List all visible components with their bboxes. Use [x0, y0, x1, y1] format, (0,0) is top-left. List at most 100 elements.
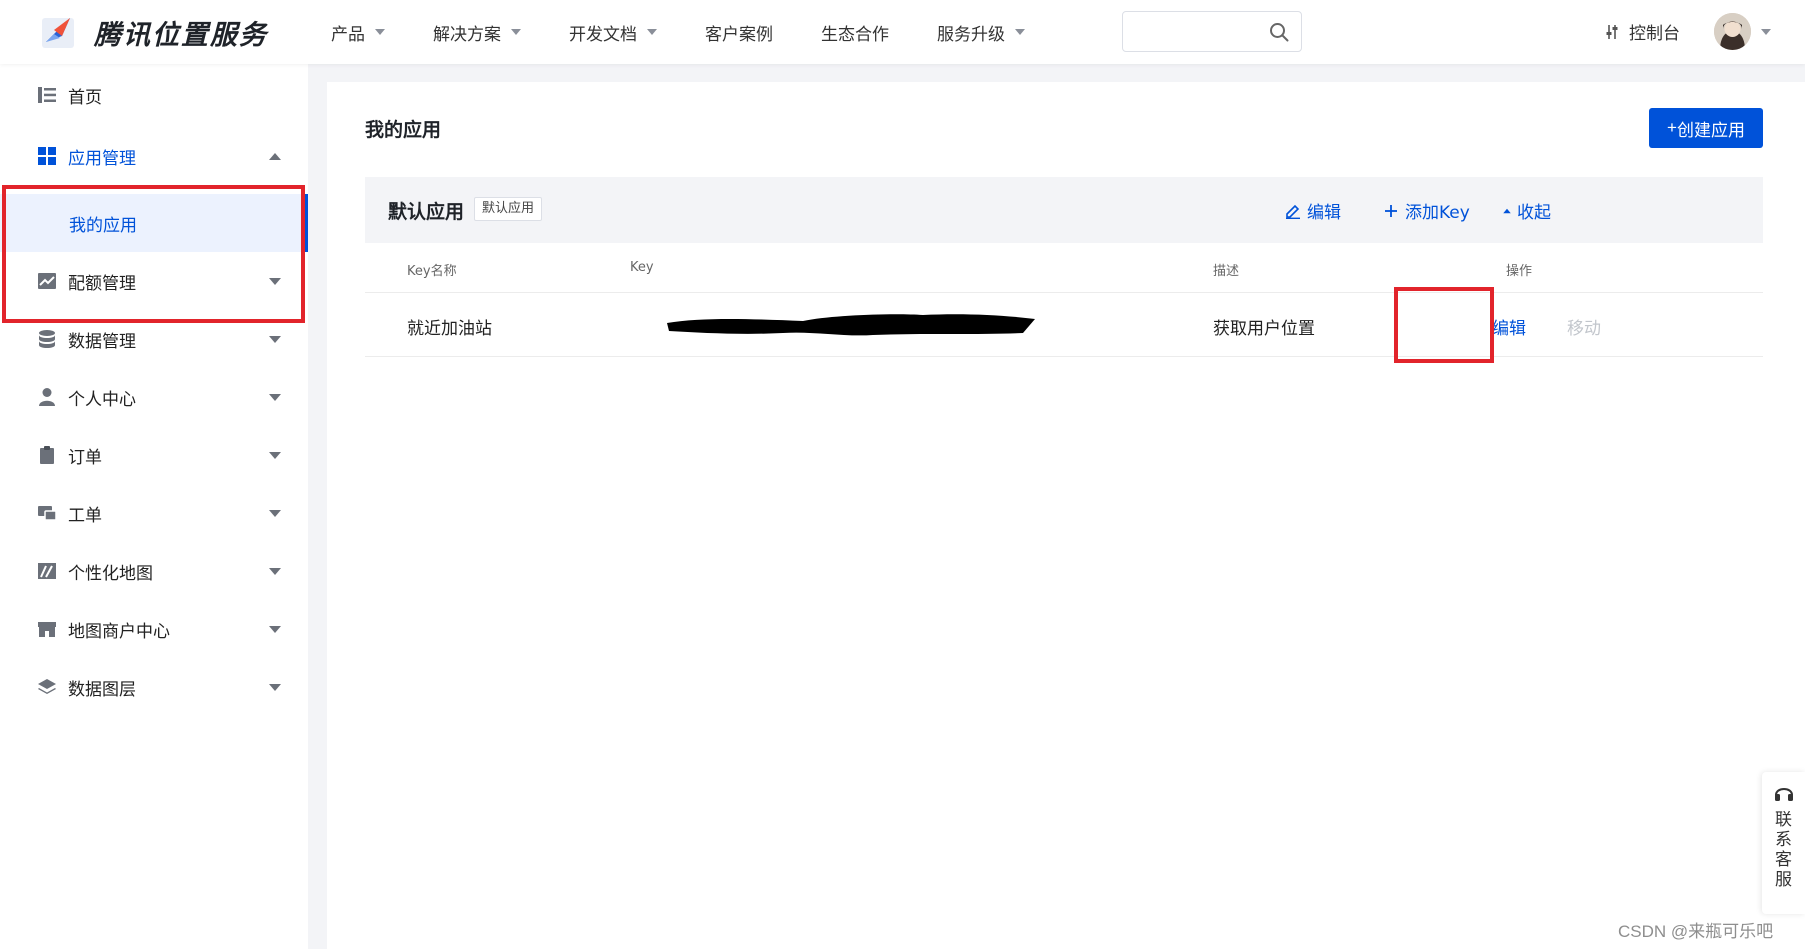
nav-ecosystem[interactable]: 生态合作: [821, 20, 889, 45]
sidebar-item-data-layers[interactable]: 数据图层: [0, 658, 308, 716]
plus-icon: +: [1667, 118, 1677, 137]
chevron-down-icon: [1015, 29, 1025, 35]
sliders-icon: [1606, 24, 1618, 39]
sidebar-item-label: 配额管理: [68, 273, 136, 294]
chevron-down-icon: [269, 277, 281, 285]
main-nav: 产品 解决方案 开发文档 客户案例 生态合作 服务升级: [331, 0, 1073, 64]
home-list-icon: [38, 87, 56, 103]
logo[interactable]: 腾讯位置服务: [40, 12, 268, 52]
app-card-header: 默认应用 默认应用 编辑 添加Key 收起: [365, 177, 1763, 243]
nav-upgrade[interactable]: 服务升级: [937, 20, 1025, 45]
sidebar-item-app-management[interactable]: 应用管理: [0, 127, 308, 185]
add-key-label: 添加Key: [1405, 203, 1470, 223]
chevron-down-icon: [647, 29, 657, 35]
sidebar-item-label: 首页: [68, 87, 102, 108]
chevron-down-icon: [269, 393, 281, 401]
headset-icon: [1774, 788, 1793, 801]
tencent-location-logo-icon: [42, 18, 74, 48]
search-box: [1122, 11, 1302, 52]
key-name-cell: 就近加油站: [407, 319, 492, 339]
chevron-down-icon: [269, 625, 281, 633]
chevron-down-icon: [511, 29, 521, 35]
chevron-down-icon: [269, 335, 281, 343]
sidebar-item-label: 地图商户中心: [68, 621, 170, 642]
edit-app-button[interactable]: 编辑: [1285, 198, 1341, 223]
sidebar-item-label: 个人中心: [68, 389, 136, 410]
grid-icon: [38, 147, 56, 165]
create-app-label: 创建应用: [1676, 120, 1745, 140]
sidebar-item-quota[interactable]: 配额管理: [0, 252, 308, 310]
chevron-down-icon: [269, 451, 281, 459]
app-name: 默认应用: [388, 201, 465, 223]
nav-products-label: 产品: [331, 24, 365, 45]
nav-products[interactable]: 产品: [331, 20, 385, 45]
database-icon: [39, 330, 55, 348]
custom-map-icon: [38, 563, 56, 579]
redacted-key-scribble: [667, 314, 1035, 336]
chevron-down-icon: [269, 567, 281, 575]
store-icon: [38, 622, 56, 637]
sidebar-item-home[interactable]: 首页: [0, 66, 308, 124]
chart-icon: [38, 273, 56, 289]
user-avatar-icon: [1714, 13, 1751, 50]
console-label: 控制台: [1629, 24, 1680, 44]
create-app-button[interactable]: + 创建应用: [1649, 108, 1763, 148]
console-link[interactable]: 控制台: [1605, 19, 1680, 44]
ticket-icon: [38, 506, 57, 521]
app-tag-badge: 默认应用: [474, 197, 543, 221]
contact-support-button[interactable]: 联系客服: [1762, 772, 1805, 914]
column-key: Key: [630, 260, 654, 275]
sidebar-subitem-my-apps[interactable]: 我的应用: [0, 194, 308, 252]
caret-up-icon: [1503, 208, 1511, 213]
sidebar-item-custom-map[interactable]: 个性化地图: [0, 542, 308, 600]
collapse-button[interactable]: 收起: [1501, 198, 1551, 223]
nav-cases-label: 客户案例: [705, 24, 773, 45]
sidebar-item-label: 个性化地图: [68, 563, 153, 584]
chevron-up-icon: [269, 152, 281, 160]
sidebar-item-label: 工单: [68, 505, 102, 526]
search-icon[interactable]: [1269, 22, 1289, 42]
chevron-down-icon: [269, 683, 281, 691]
pencil-icon: [1286, 204, 1300, 219]
brand-name: 腾讯位置服务: [94, 19, 268, 51]
main-content: 我的应用 + 创建应用 默认应用 默认应用 编辑 添加Key 收起 Key名称 …: [327, 82, 1805, 949]
avatar-chevron-down-icon[interactable]: [1761, 29, 1771, 35]
chevron-down-icon: [269, 509, 281, 517]
sidebar-item-label: 数据管理: [68, 331, 136, 352]
table-header: Key名称 Key 描述 操作: [365, 243, 1763, 293]
sidebar-item-label: 数据图层: [68, 679, 136, 700]
sidebar-subitem-label: 我的应用: [69, 215, 137, 236]
clipboard-icon: [40, 446, 54, 464]
nav-solutions-label: 解决方案: [433, 24, 501, 45]
sidebar-item-merchant-center[interactable]: 地图商户中心: [0, 600, 308, 658]
column-operations: 操作: [1506, 264, 1533, 279]
contact-support-label: 联系客服: [1775, 810, 1792, 890]
table-row: 就近加油站 获取用户位置 编辑 移动: [365, 293, 1763, 357]
sidebar-item-label: 订单: [68, 447, 102, 468]
sidebar-item-data-management[interactable]: 数据管理: [0, 310, 308, 368]
watermark: CSDN @来瓶可乐吧: [1618, 922, 1774, 941]
nav-ecosystem-label: 生态合作: [821, 24, 889, 45]
add-key-button[interactable]: 添加Key: [1383, 198, 1470, 223]
user-icon: [39, 388, 55, 406]
sidebar-item-orders[interactable]: 订单: [0, 426, 308, 484]
page-title: 我的应用: [365, 119, 442, 141]
nav-solutions[interactable]: 解决方案: [433, 20, 521, 45]
edit-key-button[interactable]: 编辑: [1492, 314, 1526, 339]
search-input[interactable]: [1123, 12, 1263, 51]
sidebar: 首页 应用管理 我的应用 配额管理 数据管理 个人中心 订单 工单 个性化地图 …: [0, 64, 308, 949]
chevron-down-icon: [375, 29, 385, 35]
sidebar-item-label: 应用管理: [68, 148, 136, 169]
sidebar-item-personal-center[interactable]: 个人中心: [0, 368, 308, 426]
layers-icon: [38, 679, 56, 694]
nav-cases[interactable]: 客户案例: [705, 20, 773, 45]
column-description: 描述: [1213, 264, 1240, 279]
avatar[interactable]: [1714, 13, 1751, 50]
edit-app-label: 编辑: [1307, 203, 1341, 223]
description-cell: 获取用户位置: [1213, 319, 1315, 339]
sidebar-item-tickets[interactable]: 工单: [0, 484, 308, 542]
move-key-button[interactable]: 移动: [1567, 314, 1601, 339]
plus-icon: [1385, 204, 1397, 217]
nav-docs[interactable]: 开发文档: [569, 20, 657, 45]
nav-upgrade-label: 服务升级: [937, 24, 1005, 45]
